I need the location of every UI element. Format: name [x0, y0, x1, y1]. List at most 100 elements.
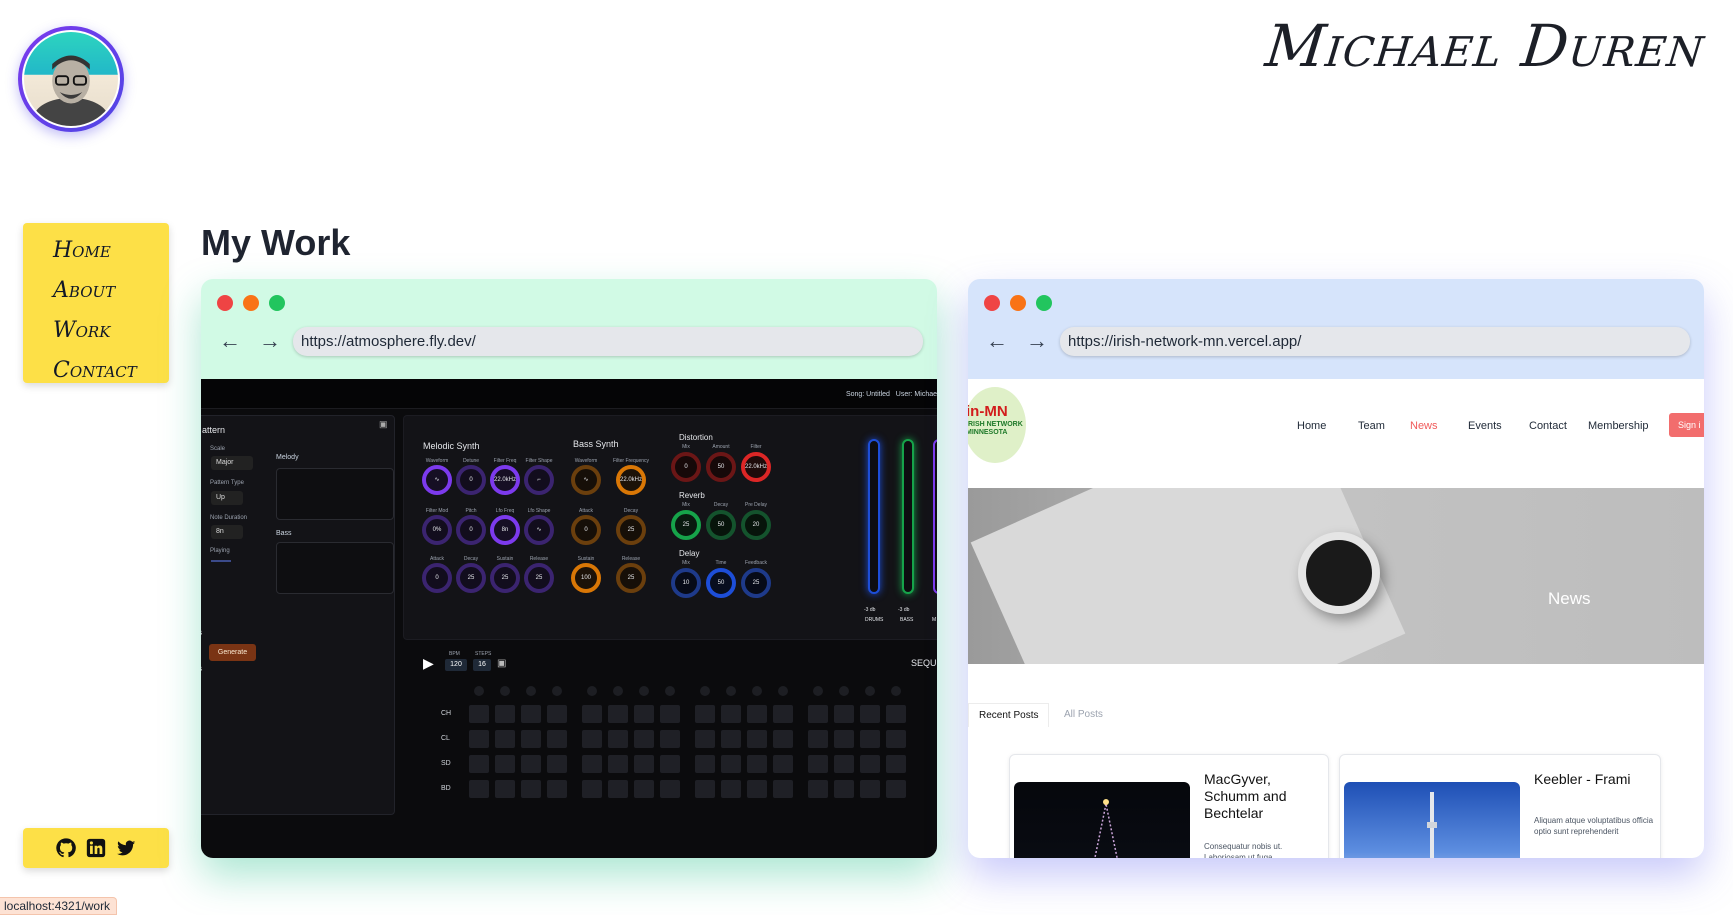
- knob[interactable]: 25: [671, 510, 701, 540]
- sequencer-step[interactable]: [660, 755, 680, 773]
- avatar[interactable]: [18, 26, 124, 132]
- knob[interactable]: 100: [571, 563, 601, 593]
- sequencer-step[interactable]: [721, 730, 741, 748]
- knob[interactable]: 25: [524, 563, 554, 593]
- sequencer-step[interactable]: [721, 780, 741, 798]
- sequencer-step[interactable]: [808, 730, 828, 748]
- knob[interactable]: 20: [741, 510, 771, 540]
- sequencer-step[interactable]: [886, 705, 906, 723]
- sequencer-step[interactable]: [773, 730, 793, 748]
- bpm-value[interactable]: 120: [445, 659, 467, 671]
- sequencer-step[interactable]: [860, 755, 880, 773]
- sequencer-step[interactable]: [886, 780, 906, 798]
- sequencer-step[interactable]: [808, 755, 828, 773]
- sequencer-step[interactable]: [747, 755, 767, 773]
- sequencer-step[interactable]: [773, 755, 793, 773]
- menu-events[interactable]: Events: [1468, 420, 1502, 432]
- knob[interactable]: 25: [616, 563, 646, 593]
- sequencer-step[interactable]: [469, 705, 489, 723]
- sequencer-step[interactable]: [634, 705, 654, 723]
- knob[interactable]: 50: [706, 568, 736, 598]
- menu-home[interactable]: Home: [1297, 420, 1326, 432]
- mixer-fader-bass[interactable]: [902, 439, 914, 594]
- github-icon[interactable]: [55, 837, 77, 859]
- sequencer-step[interactable]: [660, 705, 680, 723]
- project-card-irish-network[interactable]: ← → https://irish-network-mn.vercel.app/…: [968, 279, 1704, 858]
- sequencer-step[interactable]: [608, 780, 628, 798]
- sequencer-step[interactable]: [495, 705, 515, 723]
- nav-contact[interactable]: Contact: [53, 351, 169, 391]
- sequencer-step[interactable]: [834, 755, 854, 773]
- knob[interactable]: 25: [741, 568, 771, 598]
- sequencer-step[interactable]: [695, 755, 715, 773]
- knob[interactable]: 0: [671, 452, 701, 482]
- sequencer-step[interactable]: [695, 730, 715, 748]
- sequencer-step[interactable]: [660, 780, 680, 798]
- sequencer-step[interactable]: [521, 705, 541, 723]
- knob[interactable]: 50: [706, 452, 736, 482]
- menu-contact[interactable]: Contact: [1529, 420, 1567, 432]
- sequencer-step[interactable]: [634, 780, 654, 798]
- sequencer-step[interactable]: [747, 780, 767, 798]
- sequencer-step[interactable]: [695, 705, 715, 723]
- menu-membership[interactable]: Membership: [1588, 420, 1649, 432]
- sequencer-step[interactable]: [834, 780, 854, 798]
- transport-save-icon[interactable]: ▣: [497, 658, 506, 669]
- sequencer-step[interactable]: [495, 755, 515, 773]
- pattern-type-select[interactable]: Up: [211, 491, 243, 505]
- sequencer-step[interactable]: [834, 705, 854, 723]
- site-title[interactable]: Michael Duren: [1263, 12, 1709, 80]
- knob[interactable]: ⌐: [524, 465, 554, 495]
- knob[interactable]: 0: [456, 465, 486, 495]
- sequencer-step[interactable]: [547, 705, 567, 723]
- sequencer-step[interactable]: [469, 730, 489, 748]
- sequencer-step[interactable]: [521, 780, 541, 798]
- sequencer-step[interactable]: [547, 780, 567, 798]
- sequencer-step[interactable]: [860, 780, 880, 798]
- url-bar[interactable]: https://atmosphere.fly.dev/: [293, 327, 923, 356]
- sequencer-step[interactable]: [773, 780, 793, 798]
- knob[interactable]: 25: [456, 563, 486, 593]
- mixer-fader-melody[interactable]: [933, 439, 937, 594]
- tab-all-posts[interactable]: All Posts: [1054, 703, 1113, 726]
- melody-field[interactable]: [276, 468, 394, 520]
- generate-button[interactable]: Generate: [209, 644, 256, 661]
- knob[interactable]: 25: [616, 515, 646, 545]
- tab-recent-posts[interactable]: Recent Posts: [968, 703, 1050, 727]
- knob[interactable]: 0%: [422, 515, 452, 545]
- knob[interactable]: ∿: [571, 465, 601, 495]
- menu-news[interactable]: News: [1410, 420, 1438, 432]
- sequencer-step[interactable]: [582, 780, 602, 798]
- sequencer-step[interactable]: [808, 705, 828, 723]
- sequencer-step[interactable]: [495, 780, 515, 798]
- sequencer-step[interactable]: [695, 780, 715, 798]
- sequencer-step[interactable]: [808, 780, 828, 798]
- url-bar[interactable]: https://irish-network-mn.vercel.app/: [1060, 327, 1690, 356]
- sequencer-step[interactable]: [747, 730, 767, 748]
- linkedin-icon[interactable]: [85, 837, 107, 859]
- sequencer-step[interactable]: [547, 730, 567, 748]
- sequencer-step[interactable]: [721, 705, 741, 723]
- knob[interactable]: 0: [456, 515, 486, 545]
- nav-about[interactable]: About: [53, 271, 169, 311]
- steps-value[interactable]: 16: [473, 659, 491, 671]
- knob[interactable]: 22.0kHz: [490, 465, 520, 495]
- knob[interactable]: 50: [706, 510, 736, 540]
- save-icon[interactable]: ▣: [379, 419, 388, 430]
- knob[interactable]: 25: [490, 563, 520, 593]
- sequencer-step[interactable]: [469, 780, 489, 798]
- sequencer-step[interactable]: [773, 705, 793, 723]
- sequencer-step[interactable]: [860, 730, 880, 748]
- post-card[interactable]: MacGyver, Schumm and Bechtelar Consequat…: [1009, 754, 1329, 858]
- knob[interactable]: 22.0kHz: [741, 452, 771, 482]
- knob[interactable]: 0: [571, 515, 601, 545]
- twitter-icon[interactable]: [115, 837, 137, 859]
- sequencer-step[interactable]: [582, 730, 602, 748]
- signin-button[interactable]: Sign i: [1669, 413, 1704, 437]
- sequencer-step[interactable]: [469, 755, 489, 773]
- sequencer-step[interactable]: [886, 730, 906, 748]
- sequencer-step[interactable]: [521, 755, 541, 773]
- sequencer-step[interactable]: [834, 730, 854, 748]
- sequencer-step[interactable]: [634, 755, 654, 773]
- scale-select[interactable]: Major: [211, 456, 253, 470]
